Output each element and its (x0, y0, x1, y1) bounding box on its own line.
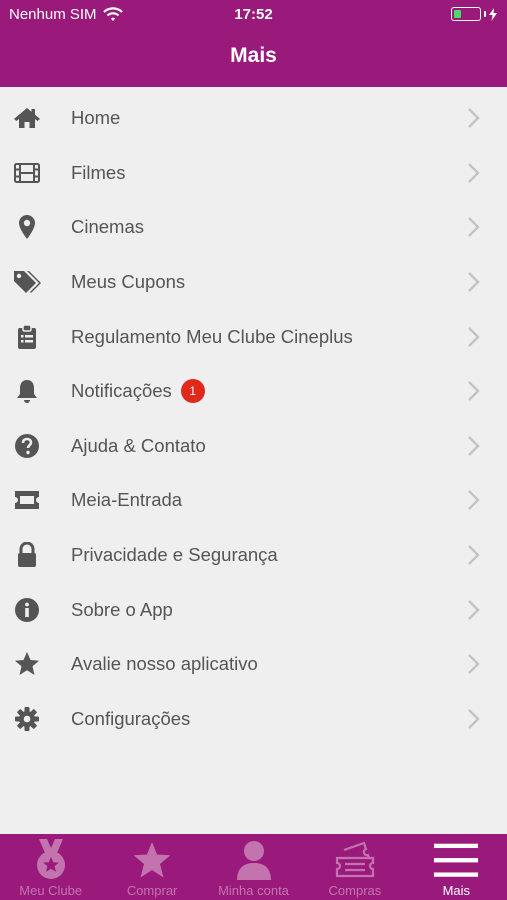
tab-minha-conta[interactable]: Minha conta (203, 834, 304, 900)
chevron-right-icon (468, 654, 480, 675)
tab-compras[interactable]: Compras (304, 834, 405, 900)
menu-item-label: Meia-Entrada (71, 489, 183, 511)
question-icon (12, 431, 42, 461)
menu-item-label: Cinemas (71, 216, 144, 238)
battery-indicator (451, 7, 497, 21)
lock-icon (12, 540, 42, 570)
tab-label: Comprar (126, 883, 178, 898)
menu-item-label: Ajuda & Contato (71, 434, 206, 456)
tab-bar: Meu Clube Comprar Minha conta Compras Ma… (0, 834, 507, 900)
header-bar: Nenhum SIM 17:52 Mais (0, 0, 507, 87)
home-icon (12, 103, 42, 133)
chevron-right-icon (468, 436, 480, 456)
menu-item-avalie[interactable]: Avalie nosso aplicativo (0, 637, 507, 692)
page-title: Mais (230, 44, 277, 67)
chevron-right-icon (468, 108, 480, 129)
star-icon (12, 649, 42, 679)
tickets-icon (332, 839, 378, 881)
menu-item-cinemas[interactable]: Cinemas (0, 200, 507, 255)
menu-item-sobre-app[interactable]: Sobre o App (0, 582, 507, 637)
chevron-right-icon (468, 272, 480, 292)
film-icon (12, 158, 42, 188)
menu-item-label: Regulamento Meu Clube Cineplus (71, 325, 353, 347)
menu-item-regulamento[interactable]: Regulamento Meu Clube Cineplus (0, 309, 507, 364)
menu-item-meia-entrada[interactable]: Meia-Entrada (0, 473, 507, 528)
chevron-right-icon (468, 545, 480, 565)
status-bar: Nenhum SIM 17:52 (0, 0, 507, 30)
tags-icon (12, 267, 42, 297)
menu-item-label: Filmes (71, 161, 126, 183)
star-icon (129, 839, 175, 881)
chevron-right-icon (468, 217, 480, 238)
chevron-right-icon (468, 326, 480, 347)
menu-item-ajuda-contato[interactable]: Ajuda & Contato (0, 419, 507, 474)
menu-item-privacidade[interactable]: Privacidade e Segurança (0, 528, 507, 583)
menu-item-label: Home (71, 107, 121, 129)
clock: 17:52 (234, 6, 273, 23)
tab-label: Meu Clube (19, 883, 83, 898)
ticket-icon (12, 485, 42, 515)
menu-item-home[interactable]: Home (0, 91, 507, 146)
charging-bolt-icon (489, 7, 497, 21)
menu-item-filmes[interactable]: Filmes (0, 146, 507, 201)
menu-list: Home Filmes Cinemas Meus Cupons Regulame… (0, 91, 507, 746)
clipboard-icon (12, 322, 42, 352)
menu-item-label: Configurações (71, 707, 191, 729)
menu-item-label: Notificações (71, 380, 172, 402)
chevron-right-icon (468, 163, 480, 183)
menu-icon (433, 839, 479, 881)
notification-badge: 1 (180, 379, 205, 404)
menu-item-meus-cupons[interactable]: Meus Cupons (0, 255, 507, 310)
map-pin-icon (12, 212, 42, 242)
chevron-right-icon (468, 381, 480, 402)
tab-mais[interactable]: Mais (406, 834, 507, 900)
tab-label: Minha conta (218, 883, 289, 898)
tab-comprar[interactable]: Comprar (101, 834, 202, 900)
medal-icon (28, 839, 74, 881)
menu-item-configuracoes[interactable]: Configurações (0, 692, 507, 747)
tab-meu-clube[interactable]: Meu Clube (0, 834, 101, 900)
menu-item-notificacoes[interactable]: Notificações 1 (0, 364, 507, 419)
menu-item-label: Privacidade e Segurança (71, 544, 278, 566)
chevron-right-icon (468, 490, 480, 511)
menu-item-label: Meus Cupons (71, 271, 186, 293)
chevron-right-icon (468, 708, 480, 729)
tab-label: Compras (328, 883, 382, 898)
battery-icon (451, 7, 481, 21)
menu-item-label: Avalie nosso aplicativo (71, 653, 258, 675)
user-icon (231, 839, 277, 881)
menu-item-label: Sobre o App (71, 598, 173, 620)
gear-icon (12, 704, 42, 734)
chevron-right-icon (468, 599, 480, 620)
bell-icon (12, 376, 42, 406)
info-icon (12, 595, 42, 625)
tab-label: Mais (442, 883, 471, 898)
